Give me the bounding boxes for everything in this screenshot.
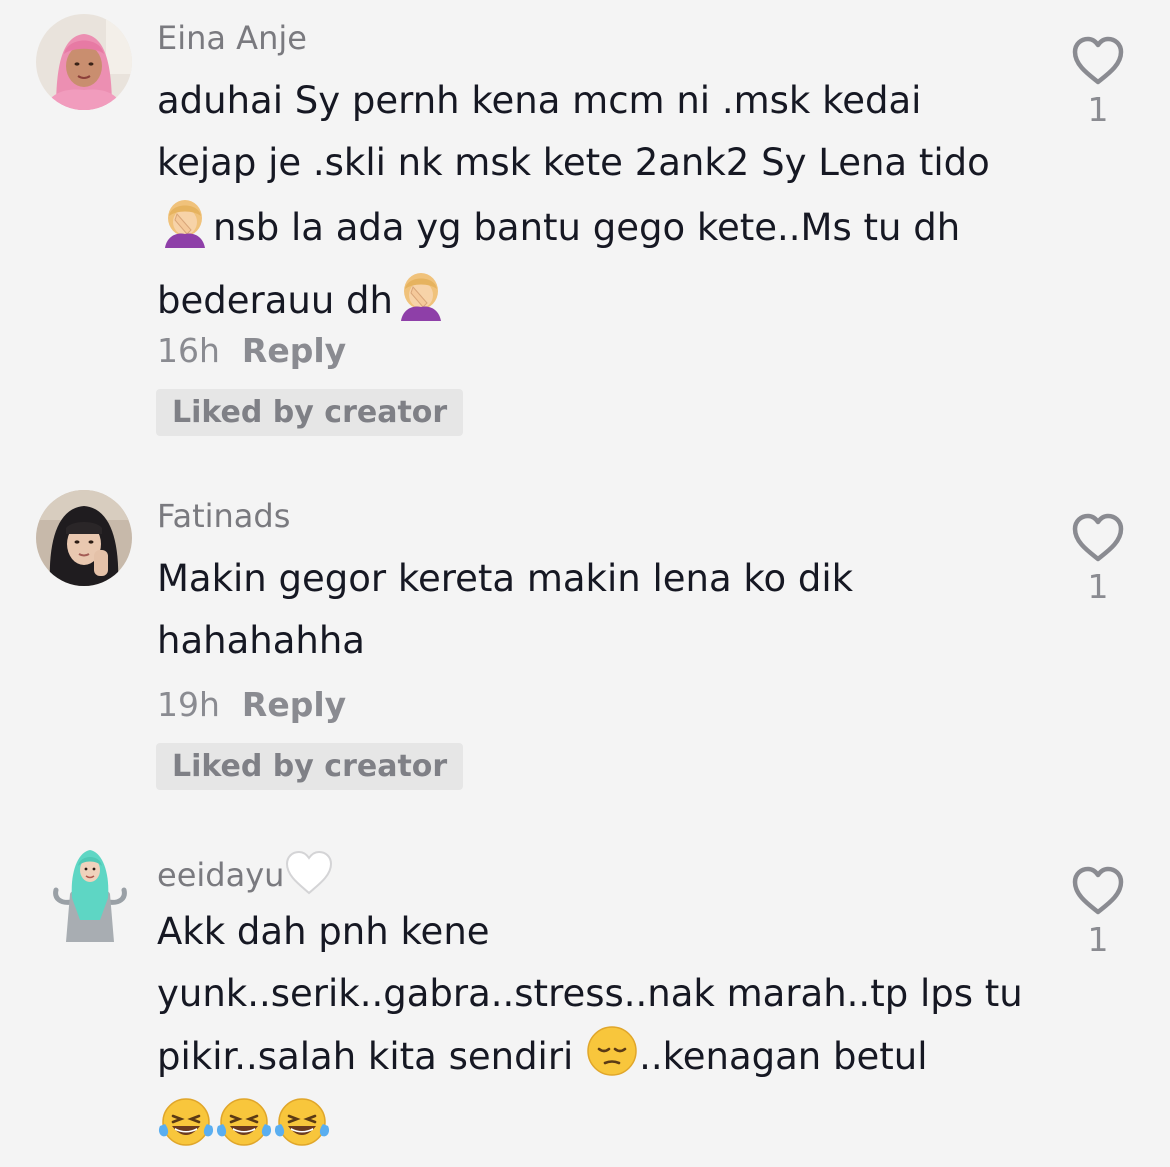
- laughing-tears-emoji: [215, 1096, 273, 1167]
- like-count: 1: [1087, 920, 1109, 959]
- heart-outline-icon[interactable]: [1060, 513, 1136, 563]
- comment-text: aduhai Sy pernh kena mcm ni .msk kedai k…: [157, 70, 997, 340]
- comment-username[interactable]: eeidayu: [157, 850, 334, 905]
- laughing-tears-emoji: [157, 1096, 215, 1167]
- heart-outline-icon[interactable]: [1060, 36, 1136, 86]
- like-column: 1: [1060, 36, 1136, 130]
- reply-button[interactable]: Reply: [242, 685, 346, 724]
- comment-item: eeidayu Akk dah pnh kene yunk..serik..ga…: [0, 830, 1170, 1153]
- face-palm-emoji: [157, 194, 213, 267]
- liked-by-creator-badge: Liked by creator: [156, 743, 464, 790]
- comment-item: Eina Anje aduhai Sy pernh kena mcm ni .m…: [0, 0, 1170, 460]
- comment-meta: 19h Reply: [157, 685, 346, 725]
- comment-time: 19h: [157, 685, 220, 724]
- avatar[interactable]: [36, 14, 132, 110]
- white-heart-emoji: [284, 850, 334, 905]
- like-column: 1: [1060, 866, 1136, 960]
- reply-button[interactable]: Reply: [242, 331, 346, 370]
- pensive-face-emoji: [585, 1025, 639, 1096]
- avatar[interactable]: [50, 842, 130, 942]
- laughing-tears-emoji: [273, 1096, 331, 1167]
- avatar[interactable]: [36, 490, 132, 586]
- comment-item: Fatinads Makin gegor kereta makin lena k…: [0, 470, 1170, 820]
- comment-time: 16h: [157, 331, 220, 370]
- comment-text-part: ..kenagan betul: [639, 1035, 928, 1078]
- comment-meta: 16h Reply: [157, 331, 346, 371]
- comment-text: Makin gegor kereta makin lena ko dik hah…: [157, 557, 854, 662]
- like-column: 1: [1060, 513, 1136, 607]
- username-text: eeidayu: [157, 856, 285, 894]
- like-count: 1: [1087, 90, 1109, 129]
- comment-text-part: aduhai Sy pernh kena mcm ni .msk kedai k…: [157, 79, 990, 184]
- comment-username[interactable]: Eina Anje: [157, 18, 307, 58]
- face-palm-emoji: [393, 267, 449, 340]
- comment-text: Akk dah pnh kene yunk..serik..gabra..str…: [157, 901, 1027, 1167]
- heart-outline-icon[interactable]: [1060, 866, 1136, 916]
- comment-text-part: nsb la ada yg bantu gego kete..Ms tu dh …: [157, 206, 961, 322]
- comment-username[interactable]: Fatinads: [157, 496, 290, 536]
- like-count: 1: [1087, 567, 1109, 606]
- liked-by-creator-badge: Liked by creator: [156, 389, 464, 436]
